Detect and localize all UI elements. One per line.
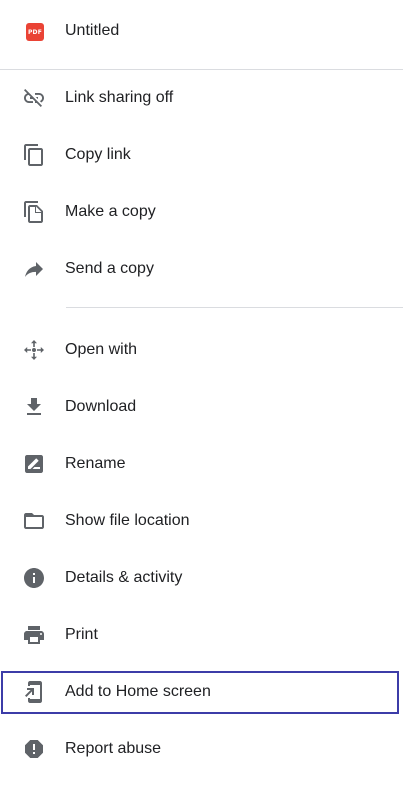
menu-item-details-activity[interactable]: Details & activity — [0, 554, 403, 602]
menu-item-make-copy[interactable]: Make a copy — [0, 188, 403, 236]
menu-item-label: Make a copy — [65, 203, 156, 220]
menu-item-label: Link sharing off — [65, 89, 174, 106]
print-icon — [22, 623, 46, 647]
menu-item-show-file-location[interactable]: Show file location — [0, 497, 403, 545]
share-arrow-icon — [22, 257, 46, 281]
menu-item-copy-link[interactable]: Copy link — [0, 131, 403, 179]
add-to-home-icon — [22, 680, 46, 704]
make-copy-icon — [22, 200, 46, 224]
menu-item-report-abuse[interactable]: Report abuse — [0, 725, 403, 773]
open-with-icon — [22, 338, 46, 362]
menu-item-label: Open with — [65, 341, 138, 358]
menu-item-label: Print — [65, 626, 98, 643]
menu-item-rename[interactable]: Rename — [0, 440, 403, 488]
section-divider — [66, 307, 403, 308]
menu-item-label: Send a copy — [65, 260, 154, 277]
folder-icon — [22, 509, 46, 533]
menu-item-send-copy[interactable]: Send a copy — [0, 245, 403, 293]
menu-item-label: Details & activity — [65, 569, 183, 586]
rename-icon — [22, 452, 46, 476]
header-divider — [0, 69, 403, 70]
pdf-file-icon: PDF — [26, 23, 44, 41]
menu-item-label: Add to Home screen — [65, 683, 211, 700]
menu-item-label: Download — [65, 398, 137, 415]
menu-item-label: Rename — [65, 455, 126, 472]
menu-item-label: Report abuse — [65, 740, 162, 757]
menu-item-add-to-home-screen[interactable]: Add to Home screen — [0, 668, 403, 716]
copy-icon — [22, 143, 46, 167]
menu-item-download[interactable]: Download — [0, 383, 403, 431]
menu-item-label: Copy link — [65, 146, 131, 163]
menu-item-print[interactable]: Print — [0, 611, 403, 659]
file-title: Untitled — [65, 22, 120, 39]
menu-item-link-sharing[interactable]: Link sharing off — [0, 74, 403, 122]
file-header: PDF Untitled — [0, 0, 403, 64]
info-icon — [22, 566, 46, 590]
report-icon — [22, 737, 46, 761]
download-icon — [22, 395, 46, 419]
menu-item-label: Show file location — [65, 512, 190, 529]
link-off-icon — [22, 86, 46, 110]
file-actions-sheet: PDF Untitled Link sharing off Copy link … — [0, 0, 403, 800]
menu-item-open-with[interactable]: Open with — [0, 326, 403, 374]
